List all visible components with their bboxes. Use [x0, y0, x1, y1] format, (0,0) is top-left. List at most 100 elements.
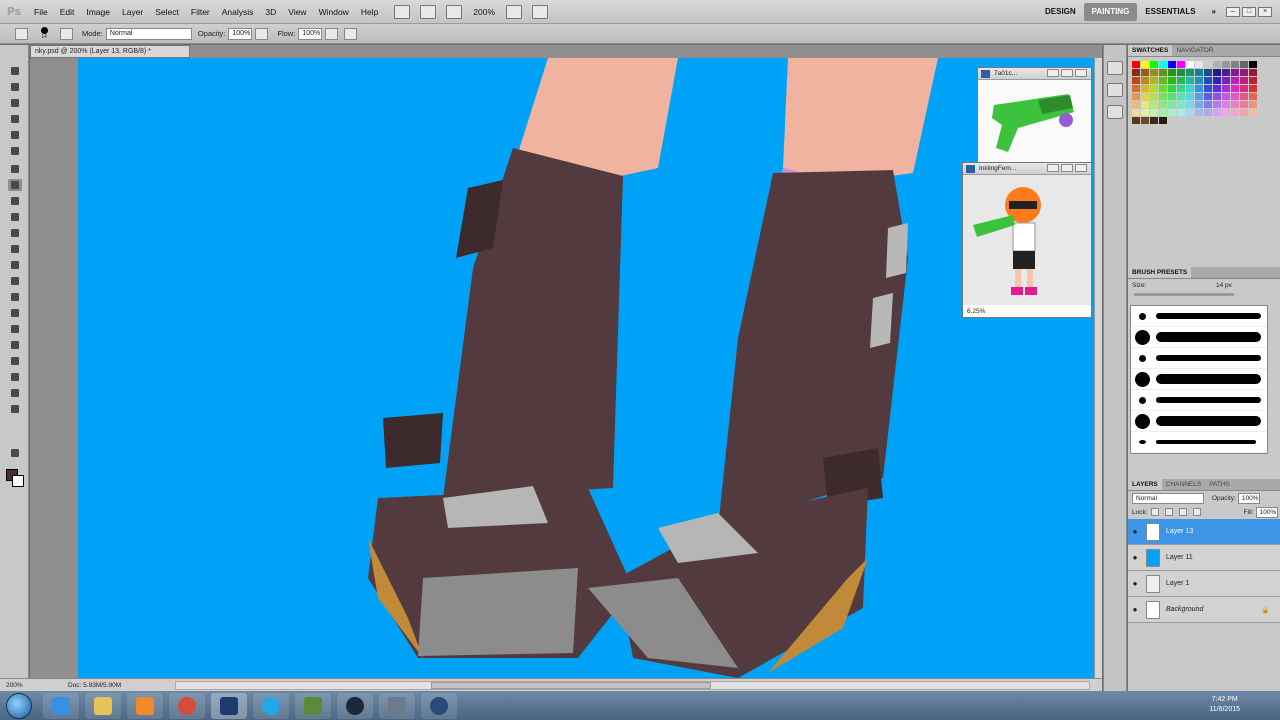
healing-brush-tool-icon[interactable] [8, 163, 22, 175]
brush-preset[interactable] [1131, 411, 1267, 432]
color-swatch[interactable] [1168, 93, 1176, 100]
color-swatch[interactable] [1186, 61, 1194, 68]
quick-select-tool-icon[interactable] [8, 113, 22, 125]
fill-field[interactable]: 100% [1255, 506, 1278, 518]
close-icon[interactable] [1075, 164, 1087, 172]
color-swatch[interactable] [1177, 69, 1185, 76]
color-swatch[interactable] [1240, 69, 1248, 76]
layer-row[interactable]: ● Layer 1 [1128, 571, 1280, 597]
marquee-tool-icon[interactable] [8, 81, 22, 93]
maximize-icon[interactable]: □ [1242, 6, 1256, 17]
color-swatch[interactable] [1231, 93, 1239, 100]
color-swatch[interactable] [1168, 69, 1176, 76]
tab-swatches[interactable]: SWATCHES [1128, 45, 1173, 56]
color-swatch[interactable] [1195, 69, 1203, 76]
status-doc-size[interactable]: Doc: 5.93M/5.90M [68, 682, 148, 689]
tab-navigator[interactable]: NAVIGATOR [1172, 45, 1217, 56]
canvas[interactable] [78, 58, 1094, 680]
color-swatch[interactable] [1213, 101, 1221, 108]
brush-preset[interactable] [1131, 348, 1267, 369]
brush-preset[interactable] [1131, 306, 1267, 327]
taskbar-steam[interactable] [337, 692, 373, 719]
lasso-tool-icon[interactable] [8, 97, 22, 109]
taskbar-ie[interactable] [43, 692, 79, 719]
actions-panel-icon[interactable] [1107, 83, 1123, 97]
brush-tool-preset-icon[interactable] [15, 27, 28, 40]
swatch-grid[interactable] [1128, 57, 1280, 128]
color-swatch[interactable] [1141, 77, 1149, 84]
horizontal-scrollbar[interactable] [175, 681, 1090, 690]
color-swatch[interactable] [1177, 77, 1185, 84]
color-swatch[interactable] [1159, 77, 1167, 84]
color-swatch[interactable] [1204, 101, 1212, 108]
taskbar-skype[interactable] [253, 692, 289, 719]
color-swatch[interactable] [1150, 117, 1158, 124]
status-zoom[interactable]: 200% [0, 682, 28, 689]
lock-position-icon[interactable] [1178, 508, 1187, 516]
menu-analysis[interactable]: Analysis [216, 0, 260, 24]
color-swatch[interactable] [1240, 61, 1248, 68]
color-swatch[interactable] [1240, 101, 1248, 108]
menu-layer[interactable]: Layer [116, 0, 149, 24]
brush-preset[interactable] [1131, 369, 1267, 390]
color-swatch[interactable] [1168, 61, 1176, 68]
color-swatch[interactable] [1168, 101, 1176, 108]
color-swatch[interactable] [1177, 61, 1185, 68]
arrange-documents-icon[interactable] [506, 4, 523, 19]
color-swatch[interactable] [1132, 101, 1140, 108]
color-swatch[interactable] [1213, 69, 1221, 76]
visibility-eye-icon[interactable]: ● [1128, 527, 1142, 536]
maximize-icon[interactable] [1061, 69, 1073, 77]
launch-bridge-icon[interactable] [394, 4, 411, 19]
color-swatch[interactable] [1222, 101, 1230, 108]
opacity-field[interactable]: 100% [228, 27, 253, 40]
taskbar-osu[interactable] [421, 692, 457, 719]
toggle-brush-panel-icon[interactable] [60, 27, 73, 40]
taskbar-media[interactable] [127, 692, 163, 719]
color-swatch[interactable] [1213, 85, 1221, 92]
color-swatch[interactable] [1159, 61, 1167, 68]
color-swatch[interactable] [1222, 93, 1230, 100]
menu-filter[interactable]: Filter [185, 0, 216, 24]
color-swatch[interactable] [1150, 101, 1158, 108]
layer-name[interactable]: Layer 13 [1166, 528, 1193, 535]
pen-tool-icon[interactable] [8, 291, 22, 303]
view-extras-icon[interactable] [446, 4, 463, 19]
crop-tool-icon[interactable] [8, 129, 22, 141]
layer-name[interactable]: Layer 11 [1166, 554, 1193, 561]
color-swatch[interactable] [1204, 61, 1212, 68]
layer-row[interactable]: ● Layer 13 [1128, 519, 1280, 545]
color-swatch[interactable] [1195, 61, 1203, 68]
tablet-opacity-icon[interactable] [255, 27, 269, 40]
color-swatch[interactable] [1195, 77, 1203, 84]
color-swatch[interactable] [1240, 85, 1248, 92]
taskbar-photoshop[interactable] [211, 692, 247, 719]
color-swatch[interactable] [1249, 77, 1257, 84]
dodge-tool-icon[interactable] [8, 275, 22, 287]
color-swatch[interactable] [1249, 93, 1257, 100]
lock-transparency-icon[interactable] [1150, 508, 1159, 516]
gradient-tool-icon[interactable] [8, 243, 22, 255]
color-swatch[interactable] [1213, 77, 1221, 84]
color-swatch[interactable] [1249, 61, 1257, 68]
zoom-tool-icon[interactable] [8, 403, 22, 415]
color-swatch[interactable] [1132, 117, 1140, 124]
color-swatch[interactable] [1195, 109, 1203, 116]
color-swatch[interactable] [1141, 101, 1149, 108]
color-swatch[interactable] [1177, 85, 1185, 92]
color-swatch[interactable] [1132, 77, 1140, 84]
clone-stamp-tool-icon[interactable] [8, 195, 22, 207]
color-swatch[interactable] [1213, 109, 1221, 116]
taskbar-app[interactable] [379, 692, 415, 719]
tab-paths[interactable]: PATHS [1205, 479, 1234, 490]
color-swatch[interactable] [1159, 101, 1167, 108]
taskbar-chrome[interactable] [169, 692, 205, 719]
tab-channels[interactable]: CHANNELS [1162, 479, 1205, 490]
color-swatch[interactable] [1231, 85, 1239, 92]
background-color-swatch[interactable] [12, 475, 24, 487]
color-swatch[interactable] [1249, 101, 1257, 108]
scrollbar-thumb[interactable] [431, 682, 711, 689]
color-swatch[interactable] [1231, 109, 1239, 116]
color-swatch[interactable] [1177, 101, 1185, 108]
brush-preset[interactable] [1131, 327, 1267, 348]
